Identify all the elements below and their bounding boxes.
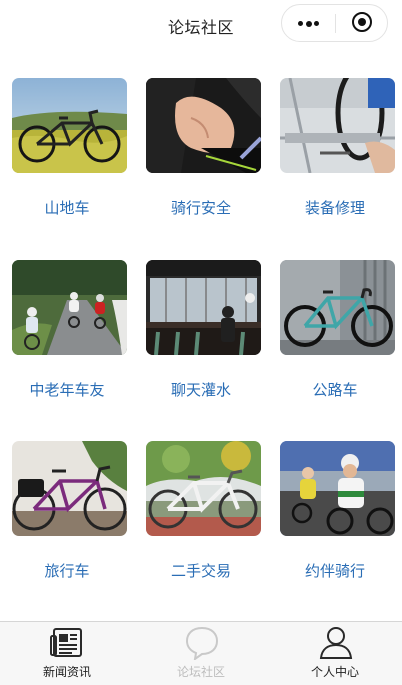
category-mountain-bike[interactable]: 山地车: [0, 78, 134, 228]
tab-label: 个人中心: [310, 665, 359, 679]
category-chat[interactable]: 聊天灌水: [134, 260, 268, 410]
category-road-bike[interactable]: 公路车: [268, 260, 402, 410]
navigation-bar: 论坛社区: [0, 0, 402, 50]
tab-label: 论坛社区: [176, 665, 225, 679]
chat-bubble-icon: [185, 626, 219, 660]
category-label: 中老年车友: [29, 381, 105, 399]
more-dots-icon-center: [306, 20, 312, 27]
tab-bar: 新闻资讯 论坛社区 个人中心: [0, 621, 402, 685]
newspaper-icon: [50, 628, 82, 657]
touring-bike-photo: [12, 441, 127, 536]
category-second-hand[interactable]: 二手交易: [134, 441, 268, 591]
mini-program-capsule: [281, 4, 388, 42]
group-ride-photo: [280, 441, 395, 536]
road-bike-photo: [280, 260, 395, 355]
mountain-bike-photo: [12, 78, 127, 173]
more-dots-icon-right: [314, 21, 319, 26]
tab-news[interactable]: 新闻资讯: [0, 622, 134, 685]
tab-forum[interactable]: 论坛社区: [134, 622, 268, 685]
category-group-ride[interactable]: 约伴骑行: [268, 441, 402, 591]
chat-cafe-photo: [146, 260, 261, 355]
tab-profile[interactable]: 个人中心: [268, 622, 402, 685]
category-label: 聊天灌水: [170, 381, 231, 399]
second-hand-bike-photo: [146, 441, 261, 536]
senior-riders-photo: [12, 260, 127, 355]
category-label: 公路车: [312, 381, 358, 399]
tab-label: 新闻资讯: [42, 665, 91, 679]
category-equipment-repair[interactable]: 装备修理: [268, 78, 402, 228]
more-dots-icon: [298, 21, 303, 26]
target-close-icon: [352, 12, 372, 32]
category-label: 约伴骑行: [304, 562, 365, 580]
person-icon: [319, 627, 353, 659]
category-label: 骑行安全: [170, 199, 231, 217]
category-senior-riders[interactable]: 中老年车友: [0, 260, 134, 410]
close-mini-program-button[interactable]: [336, 5, 388, 41]
category-label: 二手交易: [170, 562, 231, 580]
category-label: 山地车: [44, 199, 90, 217]
category-touring-bike[interactable]: 旅行车: [0, 441, 134, 591]
cycling-safety-photo: [146, 78, 261, 173]
category-cycling-safety[interactable]: 骑行安全: [134, 78, 268, 228]
category-label: 旅行车: [44, 562, 90, 580]
category-label: 装备修理: [304, 199, 365, 217]
equipment-repair-photo: [280, 78, 395, 173]
more-menu-button[interactable]: [282, 5, 335, 41]
